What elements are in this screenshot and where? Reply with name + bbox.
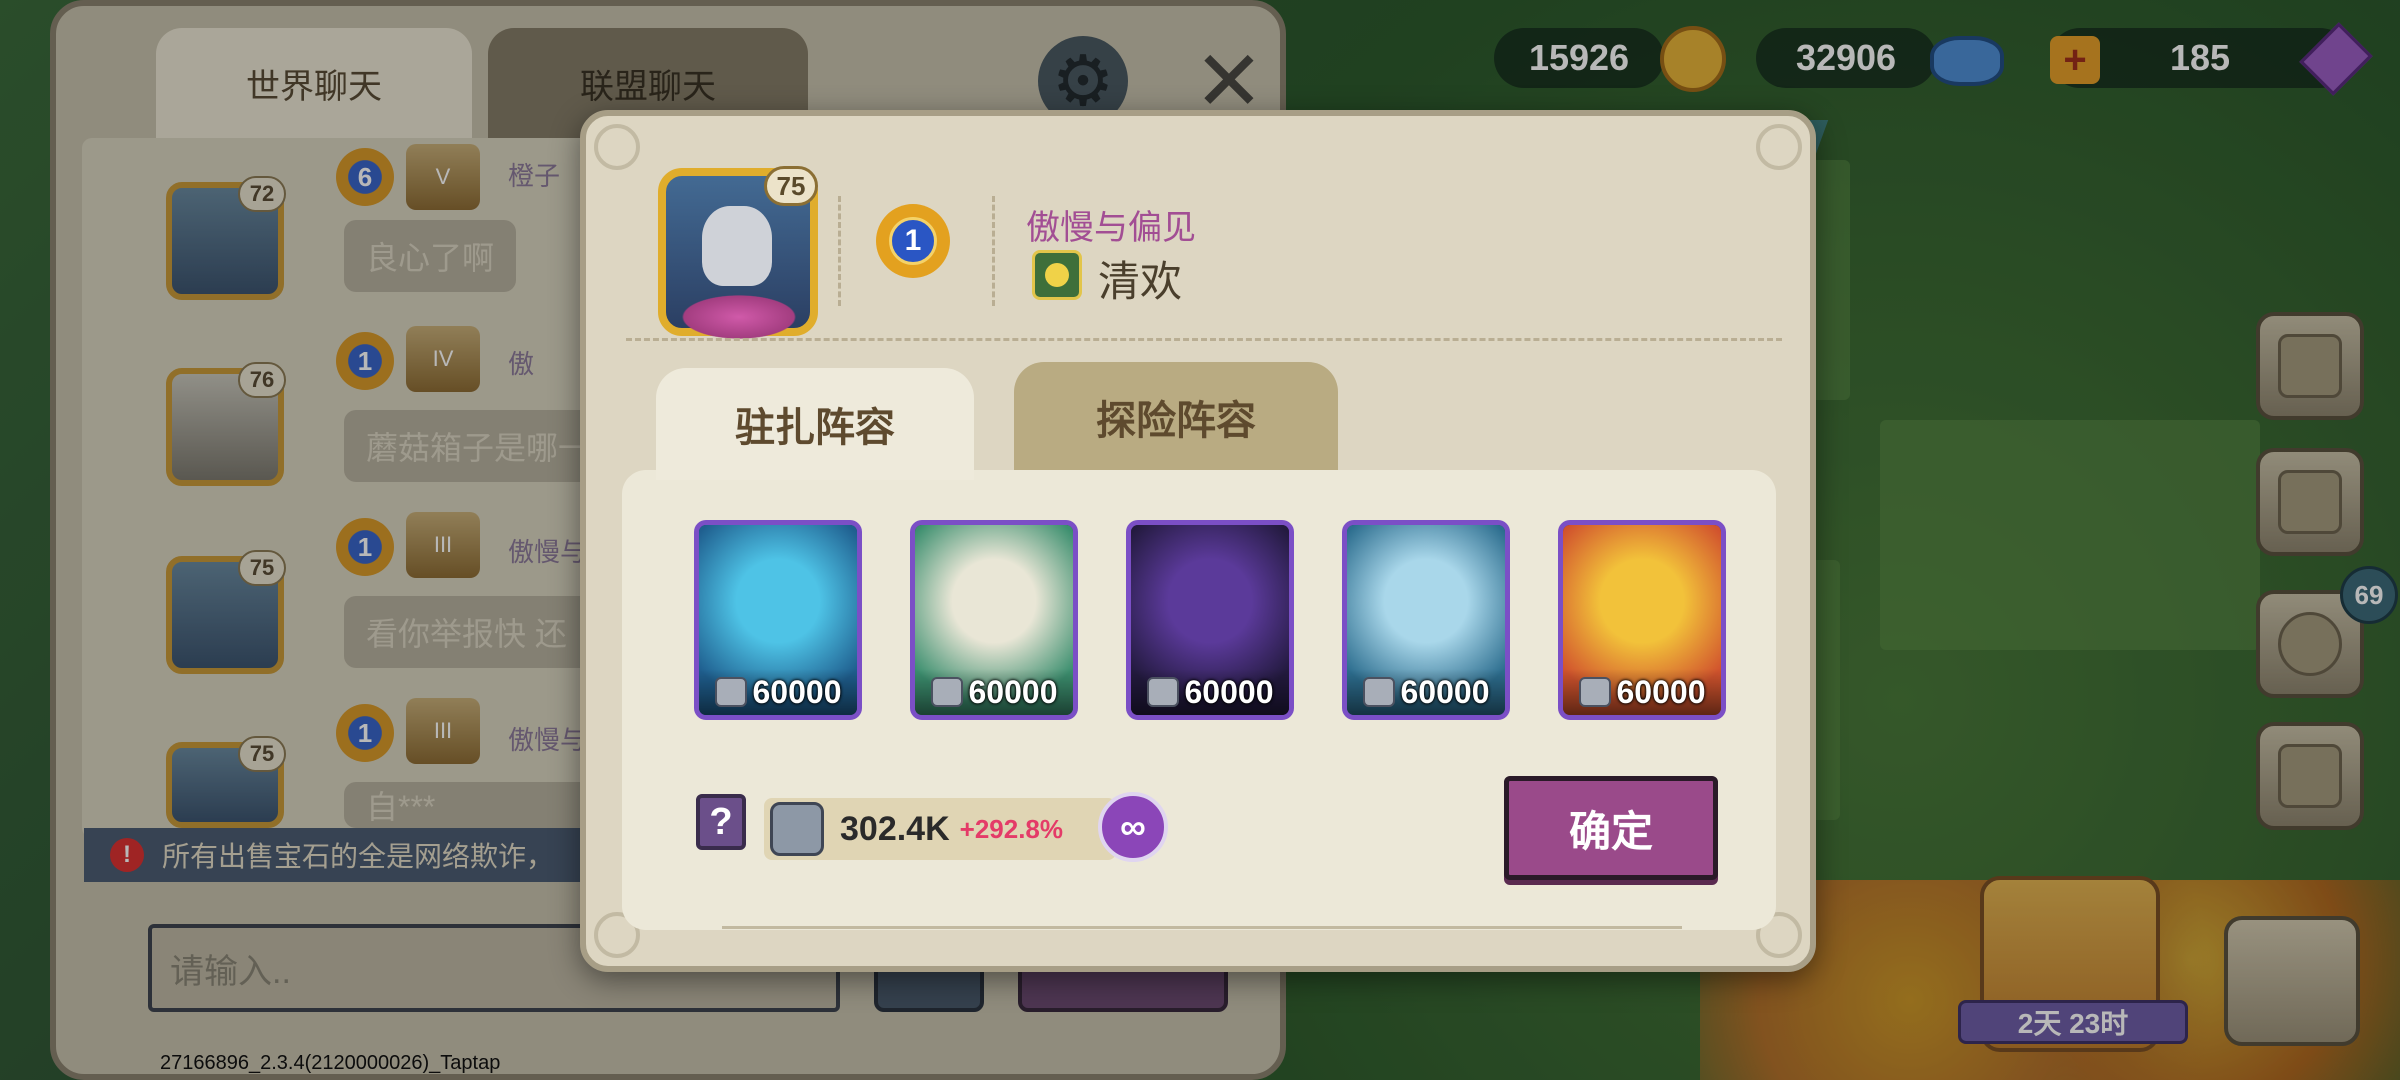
skull-pirate-portrait <box>702 206 772 286</box>
monster-power-value: 60000 <box>968 673 1058 710</box>
link-icon[interactable]: ∞ <box>1098 792 1168 862</box>
fist-icon <box>1146 677 1179 707</box>
divider <box>838 196 841 306</box>
guild-emblem-icon <box>1032 250 1082 300</box>
monster-power: 60000 <box>1563 669 1721 715</box>
player-name: 清欢 <box>1098 258 1183 305</box>
divider <box>722 926 1682 929</box>
power-bonus: +292.8% <box>959 813 1064 844</box>
monster-power-value: 60000 <box>1184 673 1274 710</box>
corner-ornament <box>1756 124 1802 170</box>
medal-rank: 1 <box>889 217 937 265</box>
help-button[interactable]: ? <box>696 794 746 850</box>
confirm-button[interactable]: 确定 <box>1504 776 1718 880</box>
game-screen: 15926 32906 185 + 69 2天 23时 世界聊天 联盟聊天 ⚙ … <box>0 0 2400 1080</box>
fist-icon <box>1362 677 1395 707</box>
monster-card[interactable]: 60000 <box>1342 520 1510 720</box>
lotus-frame-icon <box>674 292 804 342</box>
monster-power-value: 60000 <box>752 673 842 710</box>
player-lineup-dialog: 75 1 傲慢与偏见 清欢 探险阵容 驻扎阵容 60000 60000 60000 6… <box>580 110 1816 972</box>
monster-power: 60000 <box>699 669 857 715</box>
monster-card[interactable]: 60000 <box>1558 520 1726 720</box>
fist-icon <box>714 677 747 707</box>
alliance-name: 傲慢与偏见 <box>1026 209 1196 247</box>
fist-icon <box>1578 677 1611 707</box>
medal-icon: 1 <box>876 204 950 288</box>
tab-explore-lineup[interactable]: 探险阵容 <box>1014 362 1338 472</box>
monster-card[interactable]: 60000 <box>910 520 1078 720</box>
monster-card[interactable]: 60000 <box>1126 520 1294 720</box>
fist-icon <box>930 677 963 707</box>
monster-power: 60000 <box>1131 669 1289 715</box>
player-level: 75 <box>764 166 818 206</box>
total-power-value: 302.4K <box>840 809 950 848</box>
monster-power: 60000 <box>1347 669 1505 715</box>
divider <box>992 196 995 306</box>
tab-garrison-lineup[interactable]: 驻扎阵容 <box>656 368 974 480</box>
monster-card[interactable]: 60000 <box>694 520 862 720</box>
fist-icon <box>770 802 824 856</box>
divider <box>626 338 1782 341</box>
corner-ornament <box>594 124 640 170</box>
monster-power: 60000 <box>915 669 1073 715</box>
total-power: 302.4K +292.8% <box>764 798 1116 860</box>
monster-power-value: 60000 <box>1616 673 1706 710</box>
monster-power-value: 60000 <box>1400 673 1490 710</box>
